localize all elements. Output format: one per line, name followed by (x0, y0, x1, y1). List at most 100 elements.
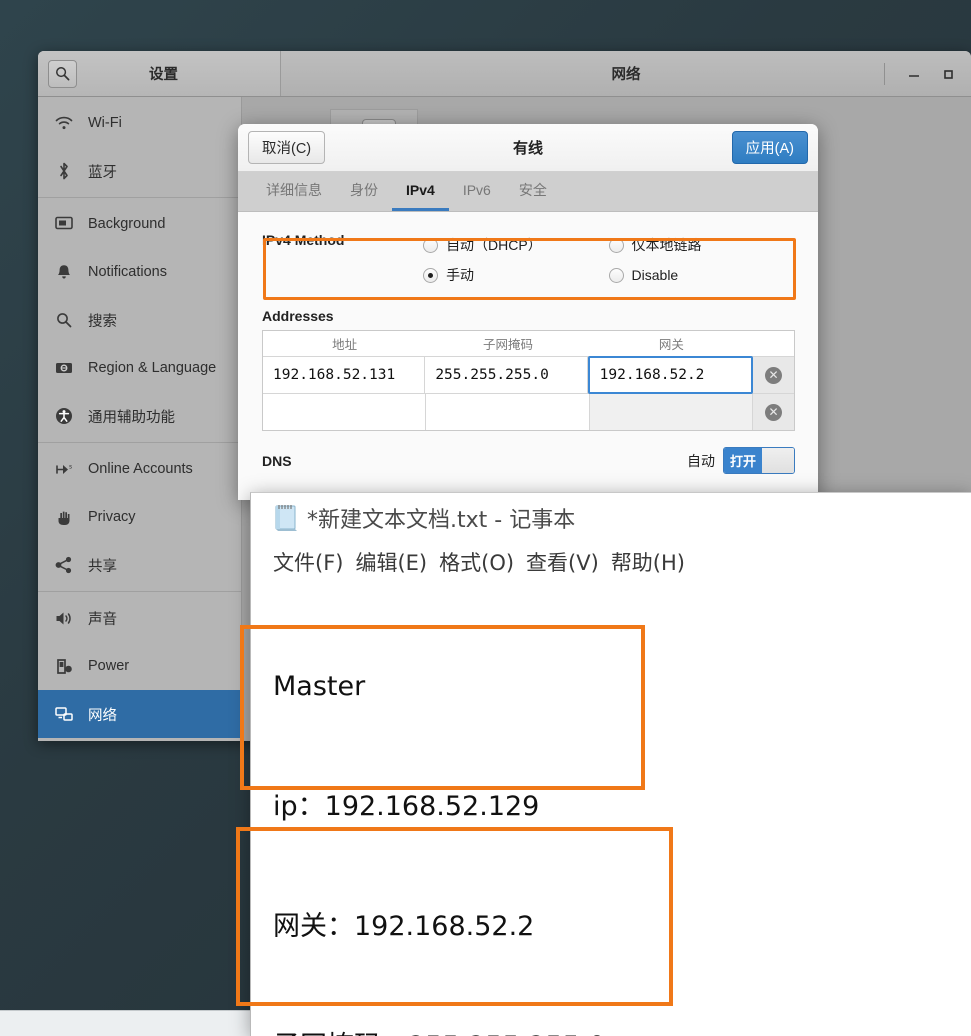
menu-format[interactable]: 格式(O) (439, 547, 514, 577)
search-icon (52, 312, 76, 328)
accessibility-icon (52, 407, 76, 425)
dns-toggle-on-label: 打开 (724, 448, 762, 473)
settings-header-right: 网络 (281, 51, 971, 96)
dns-auto-toggle[interactable]: 打开 (723, 447, 795, 474)
sidebar-item-search[interactable]: 搜索 (38, 296, 241, 344)
radio-mark (423, 237, 439, 253)
settings-title-left: 设置 (149, 67, 178, 83)
settings-headerbar: 设置 网络 (38, 51, 971, 97)
gateway-input-row2[interactable] (589, 394, 753, 430)
sidebar-item-label: Privacy (88, 509, 136, 525)
settings-sidebar: Wi-Fi 蓝牙 Background Notifications 搜索 Reg… (38, 97, 242, 741)
tab-security[interactable]: 安全 (505, 172, 561, 211)
privacy-hand-icon (52, 509, 76, 526)
netmask-input-row2[interactable] (426, 394, 590, 430)
dns-auto-label: 自动 (687, 452, 715, 469)
sidebar-item-online-accounts[interactable]: s Online Accounts (38, 445, 241, 493)
ipv4-method-row: IPv4 Method 自动（DHCP） 手动 仅本地链路 Disable (262, 230, 794, 290)
sidebar-divider (38, 591, 241, 592)
table-row: ✕ (263, 393, 794, 430)
sidebar-item-label: 通用辅助功能 (88, 409, 175, 426)
radio-mark (608, 237, 624, 253)
sidebar-item-sound[interactable]: 声音 (38, 594, 241, 642)
sidebar-item-network[interactable]: 网络 (38, 690, 241, 738)
addresses-table: 地址 子网掩码 网关 192.168.52.131 255.255.255.0 … (262, 330, 795, 431)
delete-address-button-row1[interactable]: ✕ (752, 357, 794, 393)
notepad-window: *新建文本文档.txt - 记事本 文件(F) 编辑(E) 格式(O) 查看(V… (250, 492, 971, 1036)
tab-ipv6[interactable]: IPv6 (449, 172, 505, 211)
minimize-button[interactable] (899, 59, 929, 89)
sidebar-item-sharing[interactable]: 共享 (38, 541, 241, 589)
dns-toggle-off-area (762, 448, 794, 473)
column-header-address: 地址 (332, 338, 358, 352)
header-divider (884, 62, 885, 85)
ipv4-method-column-left: 自动（DHCP） 手动 (423, 230, 608, 290)
sidebar-item-label: Wi-Fi (88, 115, 122, 131)
sidebar-item-label: Region & Language (88, 360, 217, 376)
menu-file[interactable]: 文件(F) (273, 547, 343, 577)
radio-automatic-dhcp[interactable]: 自动（DHCP） (423, 230, 608, 260)
text-line: 网关：192.168.52.2 (273, 911, 535, 942)
ipv4-method-column-right: 仅本地链路 Disable (608, 230, 794, 290)
sidebar-item-privacy[interactable]: Privacy (38, 493, 241, 541)
dialog-tabs: 详细信息 身份 IPv4 IPv6 安全 (238, 172, 818, 212)
address-input-row2[interactable] (263, 394, 427, 430)
sidebar-divider (38, 197, 241, 198)
dns-label: DNS (262, 452, 292, 469)
sidebar-item-label: 声音 (88, 611, 117, 628)
sidebar-item-label: 蓝牙 (88, 164, 117, 181)
delete-address-button-row2[interactable]: ✕ (752, 394, 794, 430)
tab-ipv4[interactable]: IPv4 (392, 172, 449, 211)
text-line: Master (273, 671, 366, 702)
notepad-title-text: *新建文本文档.txt - 记事本 (307, 508, 576, 533)
tab-identity[interactable]: 身份 (336, 172, 392, 211)
sidebar-item-label: Power (88, 658, 130, 674)
text-line: ip：192.168.52.129 (273, 791, 540, 822)
wifi-icon (52, 116, 76, 130)
delete-circle-icon: ✕ (764, 403, 782, 421)
sharing-icon (52, 556, 76, 574)
settings-header-left: 设置 (38, 51, 281, 96)
notepad-icon (271, 503, 301, 533)
sidebar-item-wifi[interactable]: Wi-Fi (38, 99, 241, 147)
column-header-gateway: 网关 (658, 338, 684, 352)
sidebar-item-label: 搜索 (88, 313, 117, 330)
apply-button[interactable]: 应用(A) (731, 131, 808, 164)
background-icon (52, 216, 76, 232)
sidebar-item-bluetooth[interactable]: 蓝牙 (38, 147, 241, 195)
address-input-row1[interactable]: 192.168.52.131 (263, 357, 426, 393)
tab-details[interactable]: 详细信息 (252, 172, 336, 211)
window-controls (884, 51, 963, 96)
sidebar-item-label: 共享 (88, 558, 117, 575)
delete-circle-icon: ✕ (764, 366, 782, 384)
sidebar-item-region-language[interactable]: Region & Language (38, 344, 241, 392)
page-title: 网络 (611, 67, 641, 83)
sidebar-item-power[interactable]: Power (38, 642, 241, 690)
netmask-input-row1[interactable]: 255.255.255.0 (425, 357, 588, 393)
dialog-headerbar: 取消(C) 有线 应用(A) (238, 124, 818, 172)
cancel-button[interactable]: 取消(C) (248, 131, 326, 164)
radio-link-local-only[interactable]: 仅本地链路 (608, 230, 794, 260)
menu-edit[interactable]: 编辑(E) (355, 547, 427, 577)
sidebar-item-accessibility[interactable]: 通用辅助功能 (38, 392, 241, 440)
menu-help[interactable]: 帮助(H) (611, 547, 685, 577)
column-header-netmask: 子网掩码 (482, 338, 533, 352)
sidebar-divider (38, 442, 241, 443)
search-icon (55, 66, 70, 81)
sidebar-item-notifications[interactable]: Notifications (38, 248, 241, 296)
table-row: 192.168.52.131 255.255.255.0 192.168.52.… (263, 356, 794, 394)
wired-connection-dialog: 取消(C) 有线 应用(A) 详细信息 身份 IPv4 IPv6 安全 IPv4… (238, 124, 818, 500)
menu-view[interactable]: 查看(V) (526, 547, 599, 577)
radio-manual[interactable]: 手动 (423, 260, 608, 290)
notepad-text-area[interactable]: Master ip：192.168.52.129 网关：192.168.52.2… (251, 585, 971, 1036)
radio-disable[interactable]: Disable (608, 260, 794, 290)
maximize-button[interactable] (933, 59, 963, 89)
watermark: https://blog.csdn.net/qq_43543789 (723, 1014, 961, 1030)
search-button[interactable] (48, 59, 77, 88)
sidebar-item-background[interactable]: Background (38, 200, 241, 248)
addresses-section-label: Addresses (262, 308, 334, 324)
notepad-titlebar: *新建文本文档.txt - 记事本 (251, 493, 971, 543)
dns-row: DNS 自动 打开 (262, 447, 795, 474)
sidebar-item-label: 网络 (88, 707, 117, 724)
gateway-input-row1[interactable]: 192.168.52.2 (587, 356, 753, 394)
